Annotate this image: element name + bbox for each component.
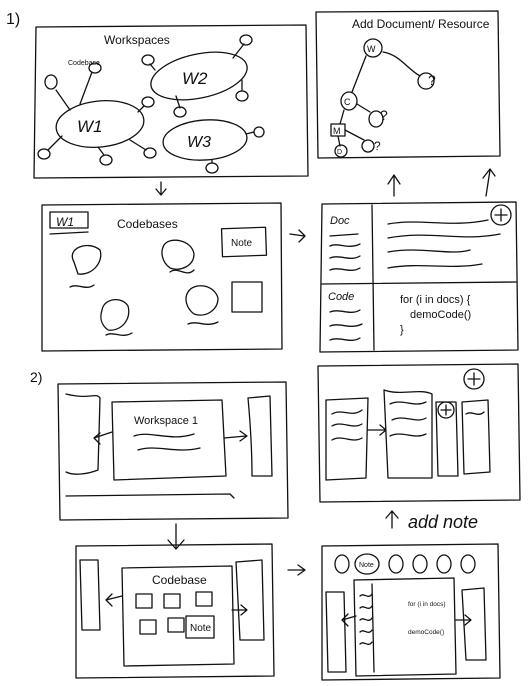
add-resource-panel: Add Document/ Resource W ? C ? M ? D <box>315 10 501 159</box>
workspace-w2-label: W2 <box>182 69 208 88</box>
arrow-up-1 <box>387 174 401 197</box>
code-line-2: demoCode() <box>410 309 471 321</box>
arrow-up-2 <box>482 168 496 197</box>
section-label-2: 2) <box>30 369 42 385</box>
workspace-tag-label: W1 <box>56 215 74 229</box>
editor2-code-line-2: demoCode() <box>408 629 444 636</box>
workspace-docs-panel <box>317 363 521 503</box>
file-tile <box>139 619 157 635</box>
svg-text:C: C <box>344 97 351 107</box>
codebase-square <box>231 281 263 313</box>
svg-text:?: ? <box>428 72 436 88</box>
editor2-panel: Note for (i in docs) demoCode() <box>321 543 501 681</box>
add-note-annotation: add note <box>408 512 478 532</box>
file-tile <box>135 593 153 609</box>
arrow-workspaces-to-codebases <box>155 181 167 196</box>
code-section-label: Code <box>328 291 354 303</box>
code-line-3: } <box>400 324 404 336</box>
codebase-item <box>161 239 195 270</box>
svg-text:M: M <box>333 126 341 136</box>
workspace1-panel: Workspace 1 <box>57 381 289 521</box>
editor2-code-line-1: for (i in docs) <box>408 601 446 608</box>
workspace-w3-label: W3 <box>187 134 211 151</box>
arrow-codebase-to-editor2 <box>287 564 306 576</box>
file-tile <box>195 591 213 607</box>
arrow-codebases-to-editor <box>289 229 306 243</box>
doc-section-label: Doc <box>330 215 350 227</box>
codebase2-panel: Codebase Note <box>75 543 275 679</box>
codebase-item <box>185 285 219 316</box>
codebases-panel: W1 Codebases Note <box>41 202 283 352</box>
workspaces-panel: Workspaces Codebase W2 W1 W3 <box>33 24 309 179</box>
arrow-up-3 <box>385 510 399 529</box>
note-tile-label: Note <box>190 623 212 634</box>
file-tile <box>167 617 185 633</box>
codebases-title: Codebases <box>117 217 178 231</box>
svg-text:D: D <box>337 149 342 156</box>
add-resource-title: Add Document/ Resource <box>352 17 490 31</box>
file-tile <box>163 593 181 609</box>
editor-panel: Doc Code for (i in docs) { demoCode() } <box>319 201 519 353</box>
svg-text:?: ? <box>380 107 388 123</box>
svg-text:W: W <box>367 44 376 54</box>
codebase-item <box>71 245 102 275</box>
note-card-label: Note <box>231 238 253 249</box>
section-label-1: 1) <box>6 11 20 28</box>
workspace1-title: Workspace 1 <box>134 415 198 427</box>
workspace1-card <box>111 399 227 481</box>
svg-text:?: ? <box>374 139 381 153</box>
code-line-1: for (i in docs) { <box>400 294 471 306</box>
wireframe-sheet: 1) Workspaces Codebase W2 W1 W3 Add Docu… <box>6 10 521 681</box>
note-bubble-label: Note <box>359 562 374 569</box>
workspaces-title: Workspaces <box>104 33 170 47</box>
workspace-w1-label: W1 <box>77 117 103 136</box>
resource-q3-node <box>361 139 375 153</box>
codebase-item <box>100 299 130 331</box>
codebase2-title: Codebase <box>152 573 207 587</box>
